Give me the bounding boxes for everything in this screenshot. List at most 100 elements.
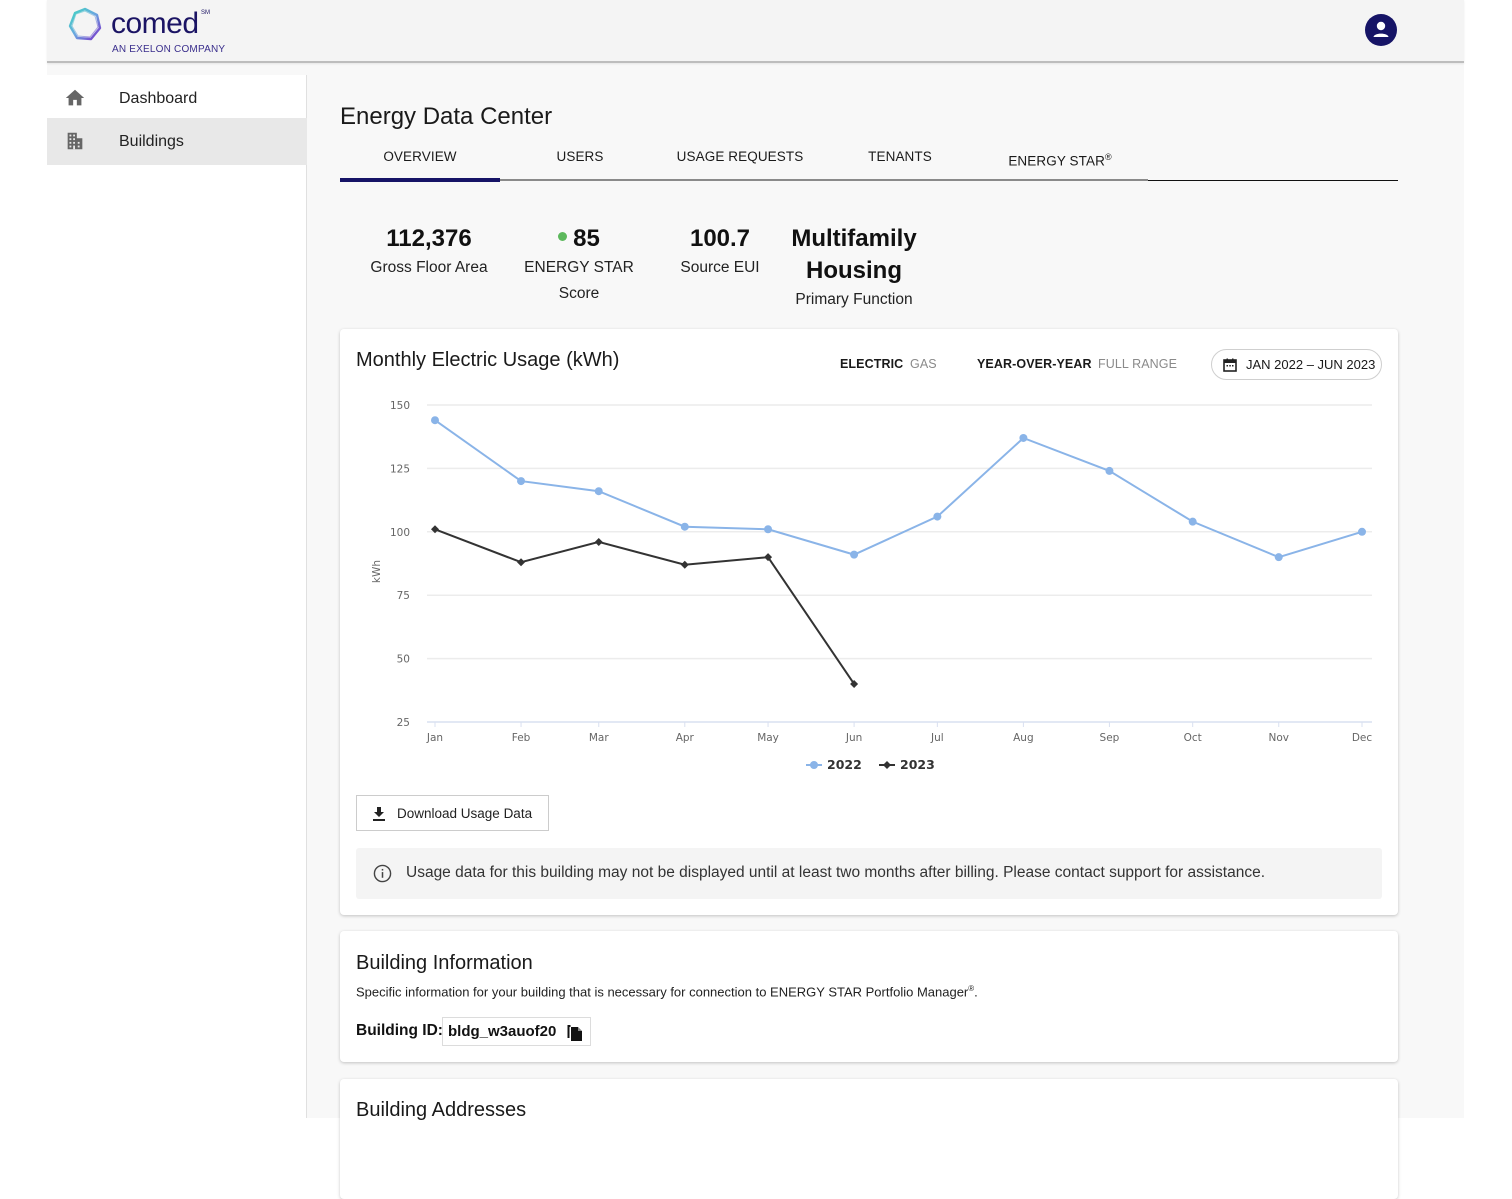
- sidebar-item-buildings[interactable]: Buildings: [47, 118, 307, 165]
- tab-label: ENERGY STAR: [1008, 153, 1105, 169]
- x-tick-label: Jun: [845, 732, 862, 744]
- y-tick-label: 25: [397, 717, 410, 729]
- registered-mark: ®: [1104, 152, 1112, 162]
- series-line-2023: [434, 528, 855, 685]
- stat-label: Source EUI: [680, 259, 760, 276]
- tab-overview[interactable]: OVERVIEW: [340, 141, 500, 182]
- app-frame: comed SM AN EXELON COMPANY Dashboard Bui…: [47, 0, 1464, 1199]
- stat-source-eui: 100.7 Source EUI: [670, 223, 770, 281]
- stat-energy-star-score: 85 ENERGY STAR Score: [504, 223, 654, 307]
- usage-line-chart: 25 50 75 100 125 150 kWh Jan Feb Mar Apr May Jun Jul A…: [371, 400, 1373, 772]
- score-status-dot: [558, 232, 568, 242]
- top-bar: comed SM AN EXELON COMPANY: [47, 0, 1464, 63]
- y-tick-label: 75: [397, 590, 410, 602]
- y-tick-label: 50: [397, 654, 410, 666]
- building-information-card: Building Information Specific informatio…: [340, 931, 1398, 1062]
- home-icon: [65, 89, 85, 106]
- tab-divider-end: [1148, 180, 1398, 181]
- usage-card: Monthly Electric Usage (kWh) ELECTRIC GA…: [340, 329, 1398, 915]
- data-point-2022: [933, 512, 942, 521]
- building-id-value: bldg_w3auof20: [448, 1023, 557, 1040]
- usage-notice: Usage data for this building may not be …: [356, 848, 1382, 899]
- stat-primary-function: Multifamily Housing Primary Function: [780, 223, 928, 313]
- logo-wordmark: comed: [111, 7, 199, 40]
- notice-text: Usage data for this building may not be …: [406, 864, 1266, 881]
- stat-value-line2: Housing: [806, 257, 902, 284]
- toggle-gas[interactable]: GAS: [910, 357, 937, 371]
- series-line-2022: [434, 419, 1363, 559]
- account-icon: [1373, 21, 1389, 37]
- stat-value-line1: Multifamily: [791, 225, 917, 252]
- tab-bar: OVERVIEW USERS USAGE REQUESTS TENANTS EN…: [340, 141, 1398, 182]
- date-range-label: JAN 2022 – JUN 2023: [1246, 357, 1376, 372]
- sidebar-item-label: Dashboard: [119, 89, 198, 107]
- toggle-electric[interactable]: ELECTRIC: [840, 357, 903, 371]
- y-tick-label: 150: [390, 400, 410, 412]
- stat-gross-floor-area: 112,376 Gross Floor Area: [354, 223, 504, 281]
- logo-tagline: AN EXELON COMPANY: [112, 44, 226, 55]
- x-tick-label: Feb: [512, 732, 531, 744]
- tab-energy-star[interactable]: ENERGY STAR®: [980, 141, 1140, 181]
- logo-ring-icon: [68, 7, 102, 41]
- page-title: Energy Data Center: [340, 103, 553, 130]
- building-icon: [67, 132, 83, 150]
- toggle-year-over-year[interactable]: YEAR-OVER-YEAR: [977, 357, 1092, 371]
- x-tick-label: May: [757, 732, 779, 744]
- data-point-2022: [1019, 433, 1028, 442]
- date-range-picker[interactable]: JAN 2022 – JUN 2023: [1211, 349, 1382, 380]
- download-usage-button[interactable]: Download Usage Data: [356, 795, 549, 831]
- data-point-2023: [517, 558, 526, 567]
- data-point-2023: [594, 537, 603, 546]
- data-point-2022: [850, 550, 859, 559]
- stat-label: Gross Floor Area: [370, 259, 488, 276]
- building-addresses-card: Building Addresses: [340, 1079, 1398, 1199]
- tab-users[interactable]: USERS: [500, 141, 660, 181]
- logo-trademark: SM: [201, 10, 210, 16]
- x-tick-label: Sep: [1100, 732, 1120, 744]
- x-tick-label: Aug: [1013, 732, 1034, 744]
- building-id-label: Building ID:: [356, 1022, 443, 1039]
- calendar-icon: [1223, 358, 1237, 372]
- account-avatar-button[interactable]: [1365, 14, 1397, 46]
- legend-marker: [810, 761, 818, 769]
- stat-value: 100.7: [689, 225, 751, 252]
- data-point-2022: [1188, 517, 1197, 526]
- building-addresses-title: Building Addresses: [356, 1099, 527, 1121]
- legend-marker: [883, 761, 891, 769]
- x-tick-label: Jan: [426, 732, 443, 744]
- stat-value: 85: [573, 225, 600, 252]
- legend-label: 2023: [900, 757, 935, 772]
- stat-value: 112,376: [386, 225, 472, 252]
- chart-title: Monthly Electric Usage (kWh): [356, 349, 620, 371]
- x-tick-label: Mar: [589, 732, 609, 744]
- x-tick-label: Apr: [676, 732, 695, 744]
- copy-icon[interactable]: [567, 1023, 583, 1041]
- legend-label: 2022: [827, 757, 862, 772]
- y-axis-label: kWh: [371, 560, 383, 583]
- building-id-field[interactable]: bldg_w3auof20: [442, 1017, 591, 1046]
- data-point-2022: [431, 416, 439, 425]
- tab-tenants[interactable]: TENANTS: [820, 141, 980, 181]
- x-tick-label: Jul: [930, 732, 944, 744]
- data-point-2022: [1358, 527, 1366, 536]
- sidebar: Dashboard Buildings: [47, 75, 307, 1118]
- description-period: .: [974, 984, 978, 1000]
- y-tick-label: 125: [390, 463, 410, 475]
- stat-label: ENERGY STAR Score: [524, 259, 634, 302]
- toggle-full-range[interactable]: FULL RANGE: [1098, 357, 1177, 371]
- x-tick-label: Oct: [1184, 732, 1202, 744]
- comed-logo[interactable]: comed SM AN EXELON COMPANY: [67, 6, 267, 58]
- download-usage-label: Download Usage Data: [397, 806, 533, 821]
- building-info-title: Building Information: [356, 952, 533, 974]
- sidebar-item-label: Buildings: [119, 132, 184, 150]
- download-icon: [373, 807, 385, 821]
- tab-usage-requests[interactable]: USAGE REQUESTS: [660, 141, 820, 181]
- sidebar-item-dashboard[interactable]: Dashboard: [47, 75, 307, 122]
- stat-label: Primary Function: [795, 291, 913, 308]
- info-icon: [373, 864, 392, 883]
- data-point-2022: [594, 487, 603, 496]
- data-point-2022: [680, 522, 689, 531]
- y-tick-label: 100: [390, 527, 410, 539]
- x-tick-label: Dec: [1352, 732, 1373, 744]
- data-point-2022: [764, 525, 773, 534]
